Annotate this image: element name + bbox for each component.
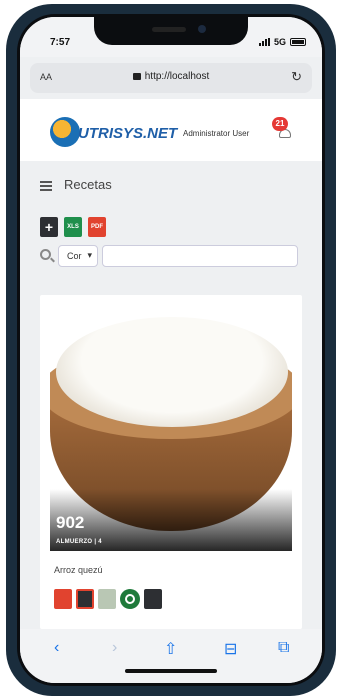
lock-icon — [132, 73, 141, 80]
user-name[interactable]: Administrator User — [183, 129, 249, 138]
notch — [94, 17, 248, 45]
share-icon[interactable]: ⇧ — [164, 639, 177, 659]
app-header: UTRISYS.NET Administrator User 21 — [20, 99, 322, 161]
filter-field-value: Cor — [67, 251, 82, 261]
recipe-meal-info: ALMUERZO | 4 — [56, 539, 102, 545]
phone-frame: 7:57 5G AA http://localhost ↻ UTRISYS.NE… — [6, 4, 336, 696]
pdf-icon[interactable] — [54, 589, 72, 609]
view-icon[interactable] — [120, 589, 140, 609]
rice-image — [56, 317, 288, 427]
toolbar-actions: XLS PDF — [40, 217, 106, 237]
chevron-down-icon: ▾ — [87, 250, 92, 260]
back-icon[interactable]: ‹ — [54, 639, 59, 657]
excel-export-icon[interactable]: XLS — [64, 217, 82, 237]
url-text: http://localhost — [144, 71, 210, 82]
speaker — [152, 27, 186, 32]
notification-badge: 21 — [272, 117, 288, 131]
recipe-kcal: 902 — [56, 513, 85, 532]
hamburger-menu-icon[interactable] — [40, 181, 52, 191]
filter-field-select[interactable]: Cor ▾ — [58, 245, 98, 267]
brand-logo-text[interactable]: UTRISYS.NET — [78, 125, 177, 142]
signal-icon — [258, 38, 270, 46]
screen: 7:57 5G AA http://localhost ↻ UTRISYS.NE… — [20, 17, 322, 683]
forward-icon[interactable]: › — [112, 639, 117, 657]
bookmarks-icon[interactable]: ⊟ — [224, 639, 237, 659]
status-indicators: 5G — [258, 37, 306, 47]
home-indicator[interactable] — [125, 669, 217, 673]
search-input[interactable] — [102, 245, 298, 267]
recipe-actions — [54, 589, 162, 609]
browser-toolbar: ‹ › ⇧ ⊟ ⧉ — [20, 629, 322, 683]
reload-icon[interactable]: ↻ — [291, 69, 302, 85]
address-bar[interactable]: AA http://localhost ↻ — [30, 63, 312, 93]
page-title: Recetas — [64, 177, 112, 192]
recipe-photo[interactable]: 902 ALMUERZO | 4 — [50, 305, 292, 551]
battery-icon — [290, 38, 306, 46]
recipe-name: Arroz quezú — [54, 565, 103, 575]
recipe-card[interactable]: 902 ALMUERZO | 4 Arroz quezú — [40, 295, 302, 629]
phone-bezel: 7:57 5G AA http://localhost ↻ UTRISYS.NE… — [17, 14, 325, 686]
camera — [198, 25, 206, 33]
image-icon[interactable] — [98, 589, 116, 609]
edit-icon[interactable] — [144, 589, 162, 609]
tabs-icon[interactable]: ⧉ — [278, 639, 289, 657]
pdf-alt-icon[interactable] — [76, 589, 94, 609]
section-bar: Recetas — [20, 171, 322, 201]
pdf-export-icon[interactable]: PDF — [88, 217, 106, 237]
nutrisys-logo-icon[interactable] — [50, 117, 80, 147]
new-document-icon[interactable] — [40, 217, 58, 237]
filter-bar: Cor ▾ — [40, 243, 302, 269]
web-page: UTRISYS.NET Administrator User 21 Receta… — [20, 99, 322, 629]
url-display[interactable]: http://localhost — [30, 71, 312, 82]
status-time: 7:57 — [50, 37, 71, 48]
network-label: 5G — [273, 37, 286, 47]
search-icon — [40, 249, 51, 260]
